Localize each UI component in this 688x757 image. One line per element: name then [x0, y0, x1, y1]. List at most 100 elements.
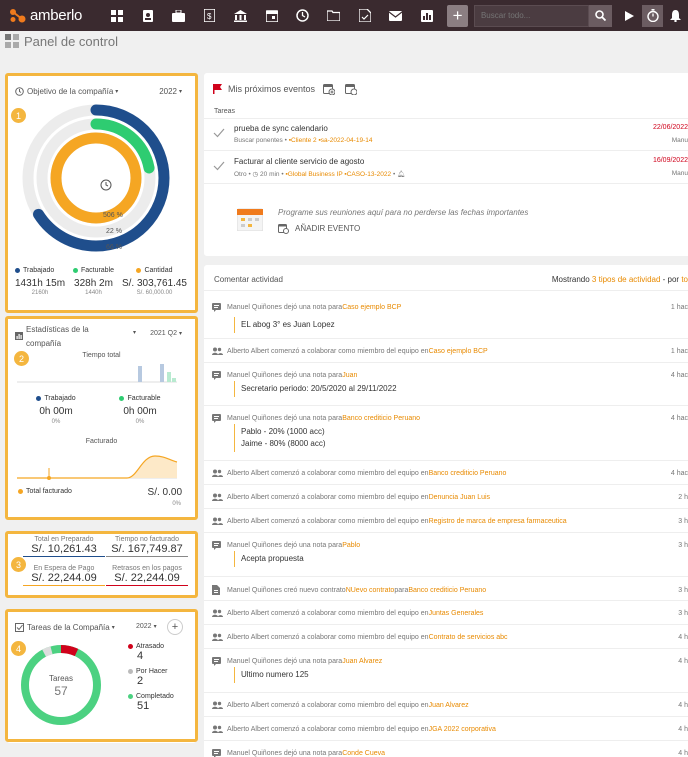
activity-row: Alberto Albert comenzó a colaborar como … [212, 701, 688, 709]
add-calendar-icon [278, 224, 289, 234]
activity-time: 3 h [678, 586, 688, 594]
nav-contacts[interactable] [133, 5, 162, 27]
badge-4: 4 [10, 640, 27, 657]
top-navbar: amberlo $ + [0, 0, 688, 31]
activity-link[interactable]: Juan Alvarez [429, 702, 469, 709]
activity-time: 1 hac [670, 304, 688, 311]
actividad-title: Comentar actividad [214, 275, 283, 284]
team-icon [212, 701, 223, 709]
evento-date: 22/06/2022 [652, 124, 688, 131]
activity-link[interactable]: Caso ejemplo BCP [429, 348, 488, 355]
activity-note: Secretario periodo: 20/5/2020 al 29/11/2… [234, 381, 397, 397]
activity-text: Alberto Albert comenzó a colaborar como … [227, 493, 429, 501]
evento-meta-text: Otro [234, 171, 247, 178]
nav-bank[interactable] [226, 5, 255, 27]
flag-icon [213, 84, 222, 94]
activity-link[interactable]: Banco crediticio Peruano [408, 587, 486, 594]
evento-client[interactable]: Cliente 2 [291, 137, 317, 144]
evento-assignee: Manu [671, 137, 688, 144]
activity-link[interactable]: Banco crediticio Peruano [342, 415, 420, 422]
activity-text: Alberto Albert comenzó a colaborar como … [227, 609, 429, 617]
activity-row: Manuel Quiñones dejó una nota para Conde… [212, 749, 688, 757]
team-icon [212, 725, 223, 733]
filter-prefix: Mostrando [551, 275, 592, 284]
activity-link[interactable]: Denuncia Juan Luis [429, 494, 491, 501]
billing-icon: $ [204, 9, 216, 22]
activity-types-link[interactable]: 3 tipos de actividad [592, 275, 661, 284]
nav-matters[interactable] [164, 5, 193, 27]
activity-time: 1 hac [670, 347, 688, 355]
highlight-box-4 [5, 609, 198, 742]
play-timer-button[interactable] [620, 5, 641, 27]
contacts-icon [142, 9, 153, 22]
evento-meta: Otro • ◷ 20 min • ▪Global Business IP ▪C… [234, 171, 406, 178]
activity-link[interactable]: Juan Alvarez [342, 658, 382, 665]
calendar-icon [265, 9, 278, 22]
folder-icon [327, 10, 341, 21]
activity-row: Alberto Albert comenzó a colaborar como … [212, 517, 688, 525]
activity-time: 4 h [678, 701, 688, 709]
nav-templates[interactable] [350, 5, 379, 27]
eventos-section-label: Tareas [214, 108, 236, 115]
notifications-button[interactable] [665, 5, 686, 27]
stopwatch-button[interactable] [642, 4, 664, 27]
activity-text: Manuel Quiñones dejó una nota para [227, 415, 343, 422]
add-event-button[interactable]: AÑADIR EVENTO [278, 223, 360, 234]
amberlo-logo[interactable]: amberlo [9, 7, 102, 24]
nav-calendar[interactable] [257, 5, 286, 27]
activity-row: Manuel Quiñones dejó una nota para Banco… [212, 414, 688, 423]
evento-assignee: Manu [671, 170, 688, 177]
evento-item[interactable]: prueba de sync calendario Buscar ponente… [204, 118, 688, 150]
activity-link[interactable]: Juan [342, 372, 357, 379]
nav-mail[interactable] [381, 5, 410, 27]
contract-icon [212, 585, 220, 595]
page-header: Panel de control [0, 31, 688, 51]
evento-item[interactable]: Facturar al cliente servicio de agosto O… [204, 151, 688, 183]
highlight-box-3 [5, 531, 198, 598]
activity-time: 4 h [678, 658, 688, 665]
activity-link[interactable]: Registro de marca de empresa farmaceutic… [429, 518, 567, 525]
nav-documents[interactable] [319, 5, 348, 27]
activity-link[interactable]: Conde Cueva [342, 750, 385, 757]
nav-dashboard[interactable] [102, 5, 131, 27]
add-event-label: AÑADIR EVENTO [295, 224, 361, 233]
activity-link[interactable]: Caso ejemplo BCP [342, 304, 401, 311]
search-button[interactable] [588, 4, 612, 27]
nav-reports[interactable] [412, 5, 441, 27]
activity-link[interactable]: Juntas Generales [429, 610, 484, 617]
activity-row: Alberto Albert comenzó a colaborar como … [212, 725, 688, 733]
activity-link[interactable]: Banco crediticio Peruano [429, 470, 507, 477]
badge-2: 2 [13, 350, 30, 367]
eventos-header: Mis próximos eventos [213, 83, 358, 95]
activity-text: para [394, 586, 409, 594]
nav-history[interactable] [288, 5, 317, 27]
badge-1: 1 [10, 107, 27, 124]
check-icon[interactable] [213, 161, 225, 171]
dashboard-icon [5, 34, 19, 48]
activity-link[interactable]: NUevo contrato [346, 587, 395, 594]
evento-case[interactable]: sa-2022-04-19-14 [321, 137, 373, 144]
activity-link[interactable]: Pablo [342, 542, 360, 549]
logo-text: amberlo [30, 7, 83, 24]
filter-tail-link[interactable]: to [681, 275, 688, 284]
evento-case[interactable]: CASO-13-2022 [347, 171, 391, 178]
check-icon[interactable] [213, 128, 225, 138]
evento-client[interactable]: Global Business IP [288, 171, 343, 178]
activity-time: 4 hac [670, 415, 688, 422]
quick-add-button[interactable]: + [447, 4, 468, 27]
activity-text: Manuel Quiñones dejó una nota para [227, 542, 343, 549]
activity-link[interactable]: Contrato de servicios abc [429, 634, 508, 641]
activity-text: Alberto Albert comenzó a colaborar como … [227, 469, 429, 477]
calendar-illustration-icon [237, 208, 263, 231]
highlight-box-1 [5, 73, 198, 313]
add-calendar-icon[interactable] [323, 83, 336, 95]
activity-time: 3 h [678, 517, 688, 525]
nav-billing[interactable]: $ [195, 5, 224, 27]
bell-icon: 🔔︎ [397, 171, 406, 178]
event-calendar-icon[interactable] [345, 83, 358, 95]
search-input[interactable] [473, 4, 589, 27]
activity-link[interactable]: JGA 2022 corporativa [429, 726, 496, 733]
dashboard-icon [110, 9, 123, 22]
activity-time: 3 h [678, 542, 688, 549]
badge-3: 3 [10, 556, 27, 573]
